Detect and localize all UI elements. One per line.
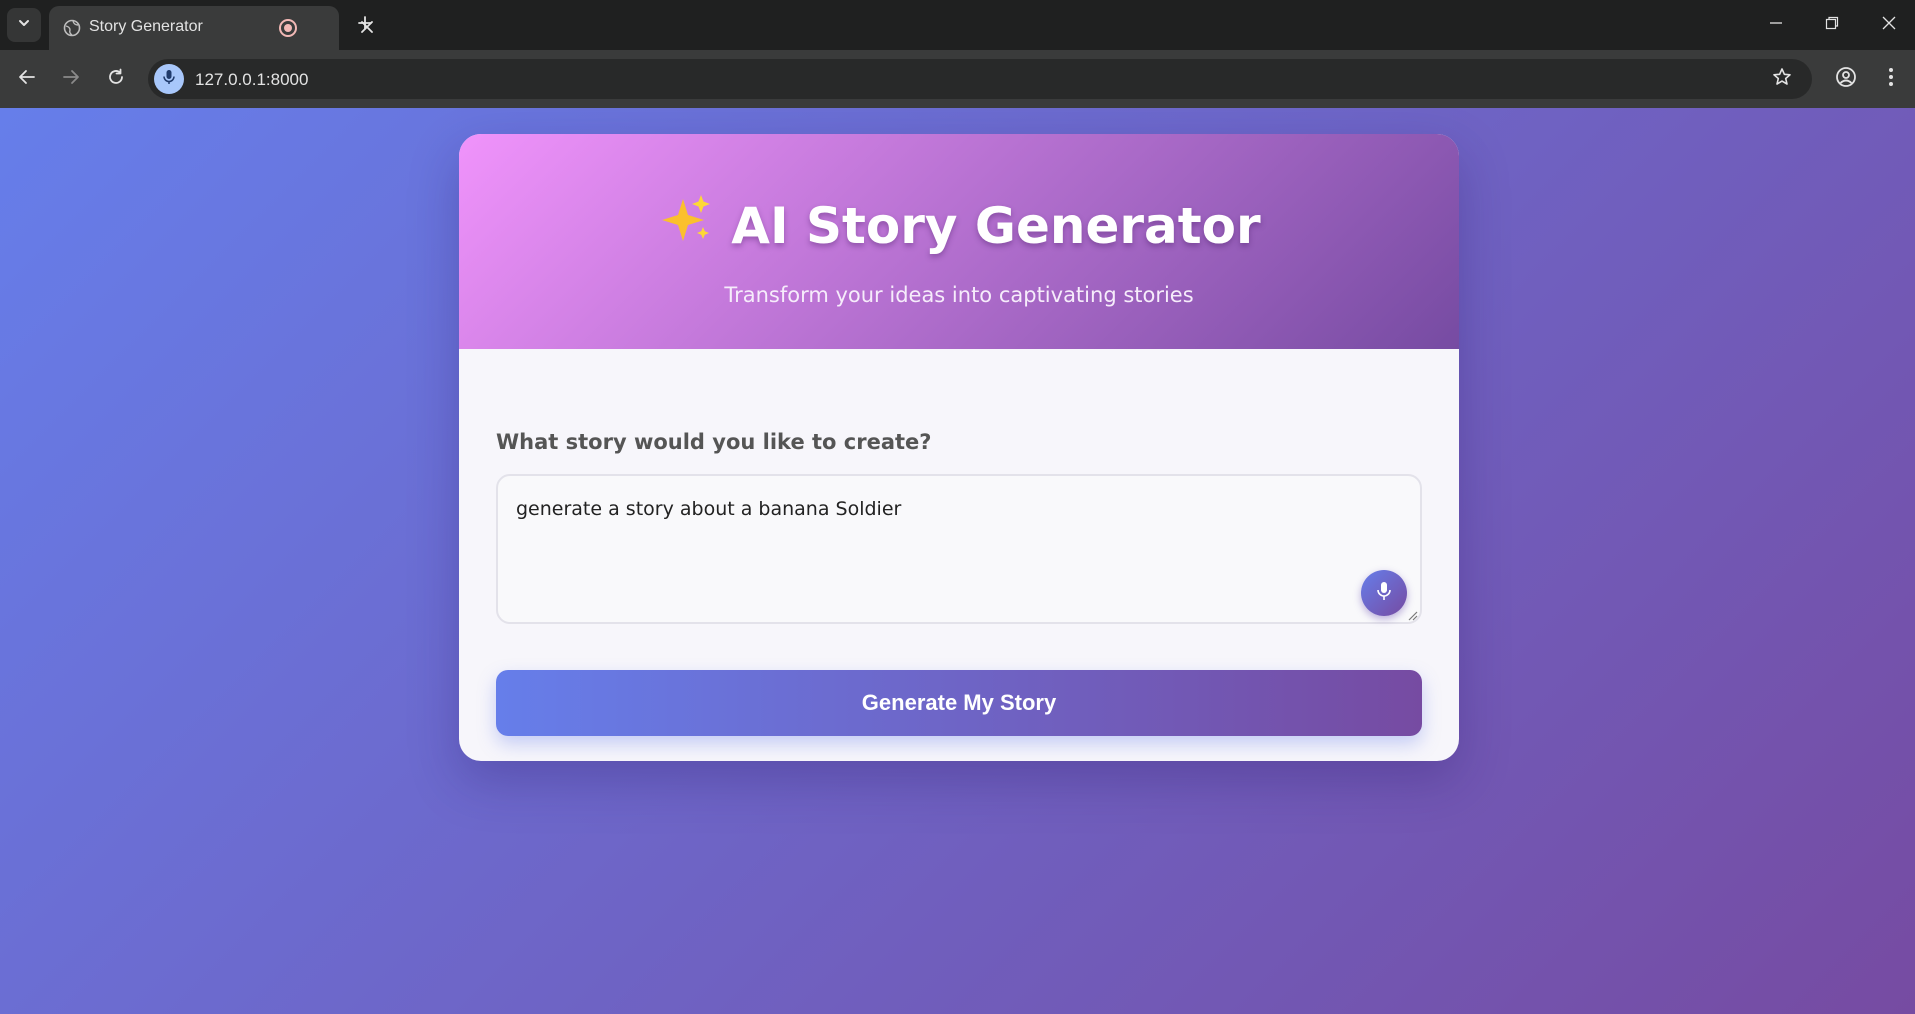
tab-title: Story Generator [89, 18, 203, 35]
address-bar[interactable]: 127.0.0.1:8000 [148, 59, 1812, 99]
card-header: AI Story Generator Transform your ideas … [459, 134, 1459, 349]
page-title-row: AI Story Generator [459, 193, 1459, 262]
browser-tab-bar: Story Generator [0, 0, 1915, 50]
page-subtitle: Transform your ideas into captivating st… [724, 283, 1194, 307]
browser-tab[interactable]: Story Generator [49, 6, 373, 50]
profile-button[interactable] [1830, 63, 1862, 95]
back-button[interactable] [11, 63, 43, 95]
more-vertical-icon [1888, 67, 1894, 92]
forward-button[interactable] [55, 63, 87, 95]
restore-button[interactable] [1817, 10, 1847, 40]
story-prompt-field[interactable]: generate a story about a banana Soldier [496, 474, 1422, 624]
close-icon [1882, 16, 1896, 35]
tab-search-button[interactable] [7, 8, 41, 42]
plus-icon [357, 15, 373, 36]
reload-icon [107, 68, 125, 91]
star-icon [1772, 67, 1792, 92]
arrow-right-icon [62, 68, 80, 91]
browser-toolbar: 127.0.0.1:8000 [0, 50, 1915, 108]
resize-handle-icon[interactable] [1406, 608, 1418, 621]
chevron-down-icon [17, 16, 31, 35]
page-title: AI Story Generator [731, 197, 1261, 255]
minimize-button[interactable] [1761, 10, 1791, 40]
site-info-button[interactable] [154, 64, 184, 94]
story-prompt-label: What story would you like to create? [496, 430, 932, 454]
url-text: 127.0.0.1:8000 [195, 70, 309, 89]
restore-icon [1825, 16, 1839, 35]
browser-menu-button[interactable] [1875, 63, 1907, 95]
account-circle-icon [1835, 66, 1857, 93]
microphone-icon [162, 69, 176, 90]
globe-icon [62, 18, 82, 38]
microphone-icon [1376, 581, 1392, 606]
voice-input-button[interactable] [1361, 570, 1407, 616]
sparkles-icon [657, 193, 713, 258]
page-background: AI Story Generator Transform your ideas … [0, 108, 1915, 1014]
close-window-button[interactable] [1874, 10, 1904, 40]
bookmark-button[interactable] [1770, 67, 1794, 91]
arrow-left-icon [18, 68, 36, 91]
story-generator-card: AI Story Generator Transform your ideas … [459, 134, 1459, 761]
new-tab-button[interactable] [352, 12, 378, 38]
story-prompt-input[interactable]: generate a story about a banana Soldier [516, 498, 1356, 608]
minimize-icon [1769, 16, 1783, 35]
recording-indicator-icon [279, 19, 297, 37]
reload-button[interactable] [100, 63, 132, 95]
generate-story-button[interactable]: Generate My Story [496, 670, 1422, 736]
